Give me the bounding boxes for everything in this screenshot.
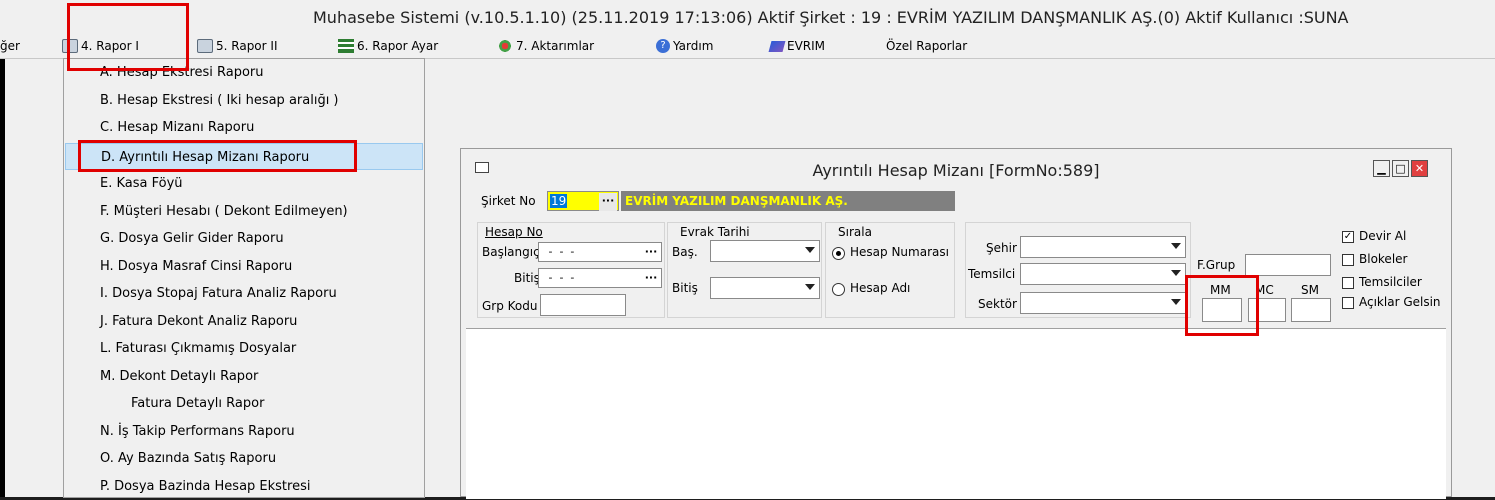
temsilci-combo[interactable] (1020, 263, 1186, 285)
chevron-down-icon[interactable] (805, 284, 815, 290)
menu-item-dosya-gelir-gider[interactable]: G. Dosya Gelir Gider Raporu (65, 225, 423, 252)
aciklar-gelsin-checkbox[interactable] (1342, 297, 1354, 309)
menu-diger[interactable]: ğer (0, 36, 20, 56)
annotation-box-mm-field (1185, 275, 1259, 336)
report-grid-area[interactable] (466, 328, 1446, 499)
evrim-logo-icon (768, 40, 786, 52)
radio-hesap-numarasi-label: Hesap Numarası (850, 245, 949, 259)
app-titlebar: Muhasebe Sistemi (v.10.5.1.10) (25.11.20… (0, 0, 1495, 34)
radio-hesap-adi-label: Hesap Adı (850, 281, 911, 295)
menu-item-musteri-hesabi[interactable]: F. Müşteri Hesabı ( Dekont Edilmeyen) (65, 198, 423, 225)
evrak-tarihi-label: Evrak Tarihi (680, 225, 750, 239)
baslangic-label: Başlangıç (482, 245, 540, 259)
grp-kodu-label: Grp Kodu (482, 299, 538, 313)
sm-field[interactable] (1291, 298, 1331, 322)
temsilciler-checkbox[interactable] (1342, 277, 1354, 289)
annotation-box-ayrintili-mizan (78, 140, 357, 172)
bitis-label: Bitiş (514, 271, 540, 285)
temsilciler-label: Temsilciler (1359, 275, 1422, 289)
menu-item-kasa-foyu[interactable]: E. Kasa Föyü (65, 170, 423, 197)
sirala-group: Sırala Hesap Numarası Hesap Adı (825, 222, 955, 318)
chevron-down-icon[interactable] (1171, 299, 1181, 305)
menu-aktarimlar[interactable]: 7. Aktarımlar (497, 36, 594, 56)
menu-item-fatura-detayli[interactable]: Fatura Detaylı Rapor (65, 390, 423, 417)
hesap-no-label: Hesap No (485, 225, 543, 239)
ayrintili-hesap-mizani-window: Ayrıntılı Hesap Mizanı [FormNo:589] ▁ □ … (460, 148, 1452, 499)
chevron-down-icon[interactable] (805, 247, 815, 253)
window-titlebar: Ayrıntılı Hesap Mizanı [FormNo:589] ▁ □ … (461, 149, 1451, 187)
app-title: Muhasebe Sistemi (v.10.5.1.10) (25.11.20… (313, 8, 1349, 27)
devir-al-label: Devir Al (1359, 229, 1407, 243)
menu-ozel-raporlar[interactable]: Özel Raporlar (886, 36, 967, 56)
temsilci-label: Temsilci (968, 267, 1016, 281)
ellipsis-icon[interactable]: ··· (642, 270, 660, 288)
ellipsis-icon[interactable]: ··· (599, 193, 617, 211)
menu-item-ay-bazinda[interactable]: O. Ay Bazında Satış Raporu (65, 445, 423, 472)
bitis-field[interactable]: - - - ··· (538, 268, 662, 288)
menu-item-dosya-masraf-cinsi[interactable]: H. Dosya Masraf Cinsi Raporu (65, 253, 423, 280)
menu-item-dosya-bazinda[interactable]: P. Dosya Bazinda Hesap Ekstresi (65, 473, 423, 500)
bas-label: Baş. (672, 245, 698, 259)
close-button[interactable]: ✕ (1411, 160, 1428, 177)
help-icon: ? (656, 39, 670, 53)
menu-item-dekont-detayli[interactable]: M. Dekont Detaylı Rapor (65, 363, 423, 390)
sirket-name-display: EVRİM YAZILIM DANŞMANLIK AŞ. (621, 191, 955, 211)
blokeler-checkbox[interactable] (1342, 254, 1354, 266)
menu-item-hesap-mizani[interactable]: C. Hesap Mizanı Raporu (65, 114, 423, 141)
annotation-box-rapor-1 (67, 3, 189, 71)
blokeler-label: Blokeler (1359, 252, 1408, 266)
settings-list-icon (338, 39, 354, 53)
ellipsis-icon[interactable]: ··· (642, 244, 660, 262)
radio-hesap-numarasi[interactable] (832, 247, 845, 260)
menu-yardim[interactable]: ? Yardım (656, 36, 713, 56)
chevron-down-icon[interactable] (1171, 243, 1181, 249)
sirket-no-label: Şirket No (481, 194, 536, 208)
sehir-label: Şehir (986, 241, 1017, 255)
transfer-icon (497, 39, 513, 53)
evrak-bitis-label: Bitiş (672, 281, 698, 295)
devir-al-checkbox[interactable]: ✓ (1342, 231, 1354, 243)
grp-kodu-field[interactable] (540, 294, 626, 316)
f-grup-field[interactable] (1245, 254, 1331, 276)
menu-evrim[interactable]: EVRIM (768, 36, 825, 56)
menu-item-faturasi-cikmamis[interactable]: L. Faturası Çıkmamış Dosyalar (65, 335, 423, 362)
sirket-no-field[interactable]: 19 ··· (547, 191, 619, 211)
menubar: ğer 4. Rapor I 5. Rapor II 6. Rapor Ayar… (0, 34, 1495, 59)
sektor-label: Sektör (978, 297, 1017, 311)
evrak-bitis-date[interactable] (710, 277, 820, 299)
menu-item-fatura-dekont[interactable]: J. Fatura Dekont Analiz Raporu (65, 308, 423, 335)
menu-rapor-ayar[interactable]: 6. Rapor Ayar (338, 36, 438, 56)
menu-item-is-takip[interactable]: N. İş Takip Performans Raporu (65, 418, 423, 445)
evrak-tarihi-group: Evrak Tarihi Baş. Bitiş (667, 222, 822, 318)
left-edge-bar (0, 59, 5, 497)
evrak-bas-date[interactable] (710, 240, 820, 262)
menu-item-hesap-ekstresi-iki[interactable]: B. Hesap Ekstresi ( Iki hesap aralığı ) (65, 87, 423, 114)
chevron-down-icon[interactable] (1171, 270, 1181, 276)
aciklar-gelsin-label: Açıklar Gelsin (1359, 295, 1441, 309)
f-grup-label: F.Grup (1197, 258, 1236, 272)
sehir-combo[interactable] (1020, 236, 1186, 258)
minimize-button[interactable]: ▁ (1373, 160, 1390, 177)
sektor-combo[interactable] (1020, 292, 1186, 314)
sirala-label: Sırala (838, 225, 872, 239)
window-title: Ayrıntılı Hesap Mizanı [FormNo:589] (812, 161, 1100, 180)
printer-icon (197, 39, 213, 53)
maximize-button[interactable]: □ (1392, 160, 1409, 177)
radio-hesap-adi[interactable] (832, 283, 845, 296)
filter-group: Şehir Temsilci Sektör (965, 222, 1191, 318)
sm-label: SM (1301, 283, 1319, 297)
rapor-1-dropdown: A. Hesap Ekstresi Raporu B. Hesap Ekstre… (63, 58, 425, 498)
hesap-no-group: Hesap No Başlangıç - - - ··· Bitiş - - -… (477, 222, 665, 318)
menu-item-dosya-stopaj[interactable]: I. Dosya Stopaj Fatura Analiz Raporu (65, 280, 423, 307)
menu-rapor-2[interactable]: 5. Rapor II (197, 36, 277, 56)
baslangic-field[interactable]: - - - ··· (538, 242, 662, 262)
